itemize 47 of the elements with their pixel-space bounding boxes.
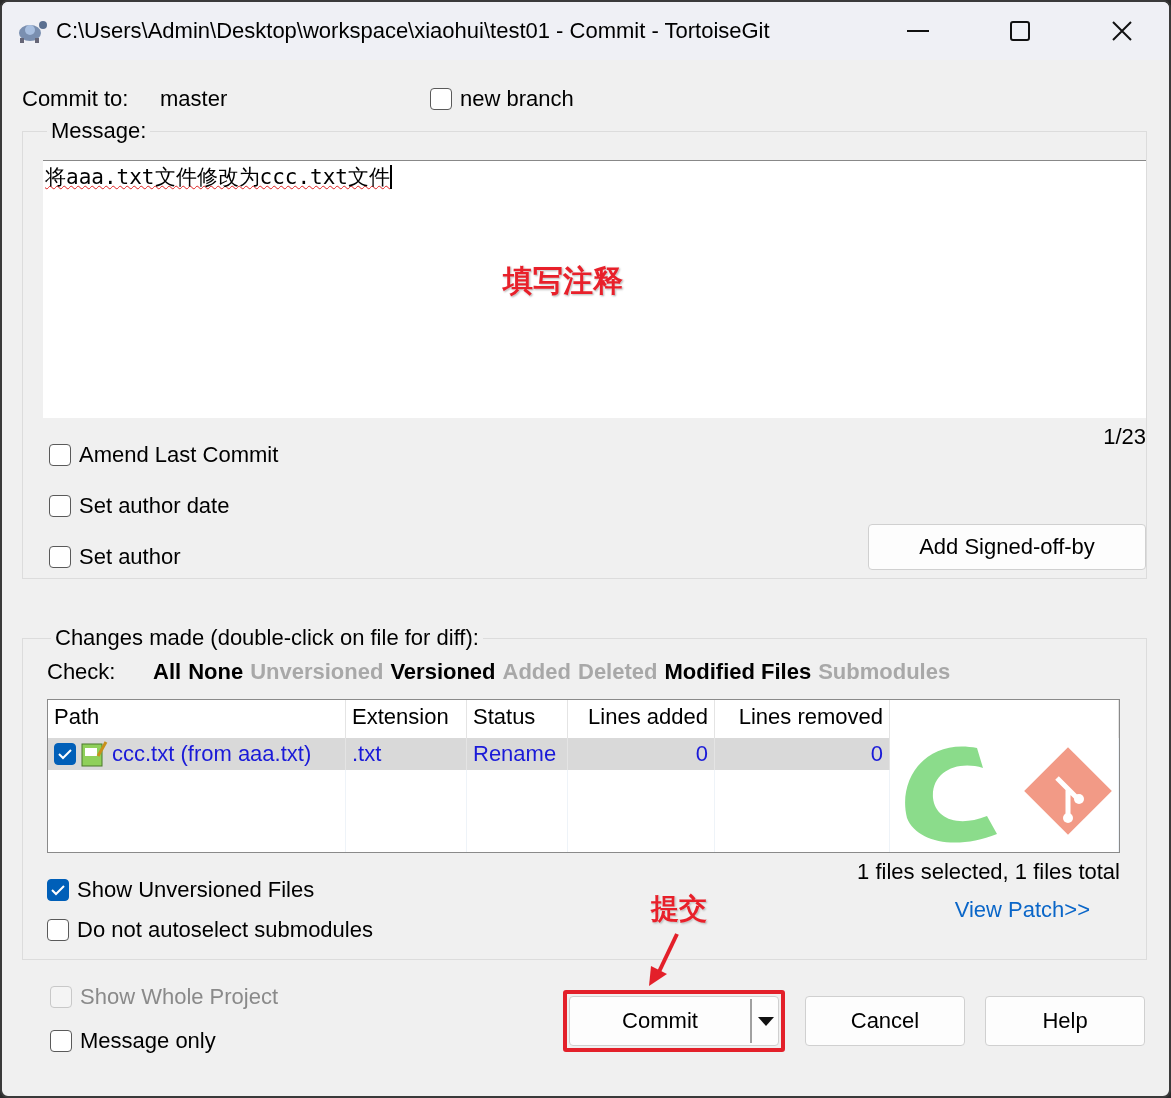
checkbox-label: Set author	[79, 544, 181, 570]
checkbox[interactable]	[47, 919, 69, 941]
lines-removed: 0	[870, 741, 883, 767]
close-icon[interactable]	[1112, 21, 1132, 41]
checkbox-label: new branch	[460, 86, 574, 112]
checkbox[interactable]	[49, 546, 71, 568]
annotation-text: 提交	[651, 892, 707, 926]
group-title: Message:	[50, 118, 148, 144]
annotation-arrow	[647, 932, 681, 988]
checkbox-label: Show Unversioned Files	[77, 877, 315, 903]
file-extension: .txt	[352, 741, 382, 767]
checkbox-label: Do not autoselect submodules	[77, 917, 373, 943]
commit-button[interactable]: Commit	[569, 996, 779, 1046]
checkbox[interactable]	[54, 743, 76, 765]
message-text: 将aaa.txt文件修改为ccc.txt文件	[45, 165, 392, 189]
maximize-icon[interactable]	[1010, 21, 1030, 41]
branch-name: master	[160, 86, 229, 112]
signoff-button[interactable]: Add Signed-off-by	[868, 524, 1146, 570]
filter-link[interactable]: Modified Files	[664, 659, 812, 685]
checkmark-icon	[51, 884, 65, 896]
checkbox[interactable]	[49, 444, 71, 466]
annotation-text: 填写注释	[503, 263, 623, 299]
checkbox-label: Message only	[80, 1028, 216, 1054]
commit-to-label: Commit to:	[22, 86, 130, 112]
text-file-icon	[80, 740, 108, 768]
character-counter: 1/23	[1103, 424, 1146, 450]
dialog-button[interactable]: Cancel	[805, 996, 965, 1046]
message-field[interactable]: 将aaa.txt文件修改为ccc.txt文件 填写注释	[43, 160, 1146, 418]
checkbox[interactable]	[430, 88, 452, 110]
checkbox-label: Show Whole Project	[80, 984, 279, 1010]
checkmark-icon	[58, 748, 72, 760]
checkbox-label: Amend Last Commit	[79, 442, 279, 468]
view-patch-link[interactable]: View Patch>>	[954, 897, 1090, 923]
checkbox[interactable]	[50, 1030, 72, 1052]
checkbox[interactable]	[49, 495, 71, 517]
group-title: Changes made (double-click on file for diff):	[54, 625, 480, 651]
lines-added: 0	[695, 741, 708, 767]
filter-link[interactable]: None	[188, 659, 244, 685]
file-status: Rename	[473, 741, 557, 767]
filter-link[interactable]: Versioned	[390, 659, 496, 685]
check-label: Check:	[47, 659, 117, 685]
window-title: C:\Users\Admin\Desktop\workspace\xiaohui\test01 - Commit - TortoiseGit	[56, 18, 771, 44]
dialog-button[interactable]: Help	[985, 996, 1145, 1046]
filter-link[interactable]: All	[153, 659, 182, 685]
selection-summary: 1 files selected, 1 files total	[857, 859, 1120, 885]
checkbox[interactable]	[47, 879, 69, 901]
checkbox-label: Set author date	[79, 493, 230, 519]
